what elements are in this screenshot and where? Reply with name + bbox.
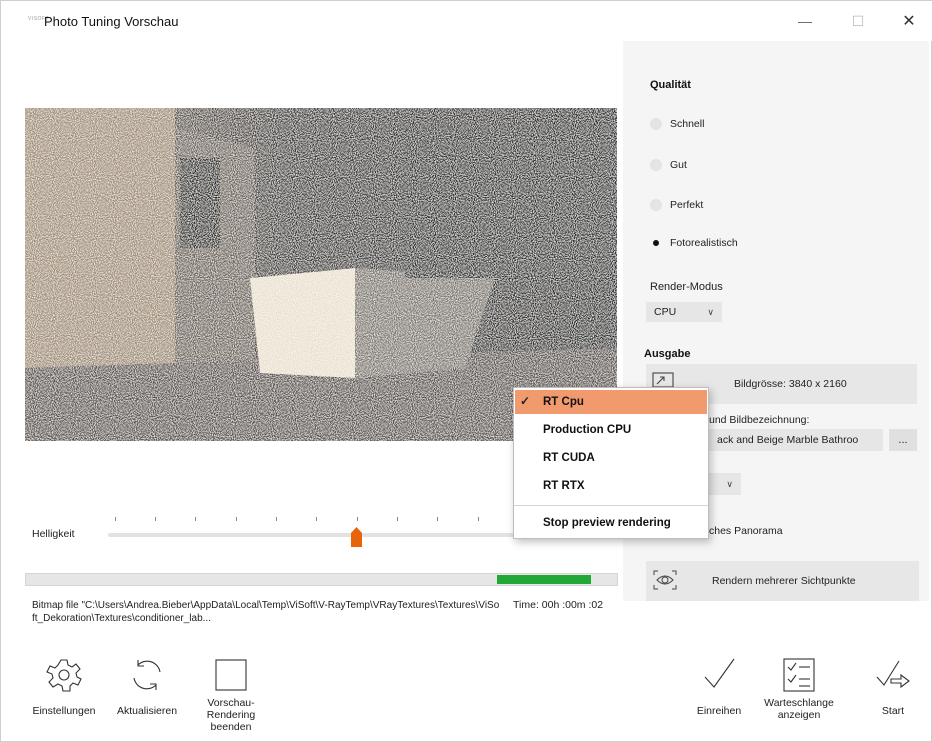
radio-selected-icon [650, 237, 662, 249]
elapsed-time-text: Time: 00h :00m :02 [513, 599, 604, 611]
show-queue-button[interactable]: Warteschlange anzeigen [761, 655, 837, 721]
show-queue-label: Warteschlange anzeigen [764, 697, 834, 721]
render-mode-label: Render-Modus [650, 281, 723, 293]
quality-option-schnell[interactable]: Schnell [650, 118, 704, 130]
menu-item-label: RT Cpu [543, 396, 584, 408]
radio-icon [650, 159, 662, 171]
maximize-button[interactable]: ☐ [840, 7, 876, 35]
slider-tick [437, 517, 438, 521]
menu-item-rt-cuda[interactable]: RT CUDA [515, 446, 707, 470]
menu-item-stop-preview[interactable]: Stop preview rendering [515, 511, 707, 535]
menu-item-rt-cpu[interactable]: ✓ RT Cpu [515, 390, 707, 414]
stop-square-icon [211, 655, 251, 695]
browse-button[interactable]: ... [889, 429, 917, 451]
refresh-label: Aktualisieren [116, 705, 178, 717]
viewpoint-eye-icon [652, 569, 678, 594]
slider-tick [155, 517, 156, 521]
photo-tuning-window: VISOFT Photo Tuning Vorschau — ☐ ✕ Quali… [0, 0, 932, 742]
settings-label: Einstellungen [32, 705, 96, 717]
render-progress-bar [25, 573, 618, 586]
render-progress-fill [497, 575, 591, 584]
filename-value: ack and Beige Marble Bathroo [717, 434, 859, 446]
brightness-label: Helligkeit [32, 528, 75, 540]
chevron-down-icon: ∨ [707, 306, 714, 317]
title-bar: VISOFT Photo Tuning Vorschau — ☐ ✕ [1, 1, 932, 41]
menu-item-label: Stop preview rendering [543, 517, 671, 529]
filename-label: und Bildbezeichnung: [709, 414, 810, 426]
slider-tick [115, 517, 116, 521]
quality-option-perfekt[interactable]: Perfekt [650, 199, 703, 211]
quality-option-fotorealistisch[interactable]: Fotorealistisch [650, 237, 738, 249]
panorama-option-label[interactable]: ches Panorama [709, 525, 783, 537]
render-multiple-viewpoints-button[interactable]: Rendern mehrerer Sichtpunkte [646, 561, 919, 601]
quality-option-label: Schnell [670, 118, 705, 130]
radio-icon [650, 118, 662, 130]
output-format-select[interactable]: ∨ [709, 473, 741, 495]
slider-tick [195, 517, 196, 521]
slider-tick [276, 517, 277, 521]
enqueue-label: Einreihen [696, 705, 742, 717]
settings-button[interactable]: Einstellungen [24, 655, 104, 717]
quality-option-label: Fotorealistisch [670, 237, 738, 249]
brightness-slider-track[interactable] [108, 533, 518, 537]
output-section-title: Ausgabe [644, 348, 691, 360]
enqueue-button[interactable]: Einreihen [684, 655, 754, 717]
filename-input[interactable]: ack and Beige Marble Bathroo [709, 429, 883, 451]
render-engine-menu: ✓ RT Cpu Production CPU RT CUDA RT RTX S… [513, 387, 709, 539]
render-mode-value: CPU [654, 306, 677, 318]
quality-option-label: Perfekt [670, 199, 704, 211]
slider-tick [397, 517, 398, 521]
gear-icon [44, 655, 84, 695]
menu-item-rt-rtx[interactable]: RT RTX [515, 474, 707, 498]
render-multiple-viewpoints-label: Rendern mehrerer Sichtpunkte [712, 575, 856, 587]
chevron-down-icon: ∨ [726, 478, 733, 489]
start-label: Start [881, 705, 905, 717]
menu-separator [514, 505, 708, 506]
checkmark-icon: ✓ [520, 394, 531, 408]
quality-section-title: Qualität [650, 79, 691, 91]
bitmap-status-text: Bitmap file "C:\Users\Andrea.Bieber\AppD… [32, 600, 500, 624]
close-button[interactable]: ✕ [891, 7, 927, 35]
menu-item-label: RT RTX [543, 480, 585, 492]
stop-preview-button[interactable]: Vorschau-Rendering beenden [191, 655, 271, 733]
slider-tick [236, 517, 237, 521]
image-size-label: Bildgrösse: 3840 x 2160 [734, 378, 847, 390]
stop-preview-label: Vorschau-Rendering beenden [206, 697, 256, 733]
slider-tick [478, 517, 479, 521]
slider-tick [316, 517, 317, 521]
brightness-slider-thumb[interactable] [351, 527, 362, 547]
minimize-button[interactable]: — [787, 7, 823, 35]
refresh-button[interactable]: Aktualisieren [109, 655, 185, 717]
menu-item-production-cpu[interactable]: Production CPU [515, 418, 707, 442]
start-button[interactable]: Start [863, 655, 923, 717]
checklist-icon [779, 655, 819, 695]
window-title: Photo Tuning Vorschau [44, 14, 179, 29]
menu-item-label: RT CUDA [543, 452, 595, 464]
menu-item-label: Production CPU [543, 424, 632, 436]
check-arrow-icon [873, 655, 913, 695]
refresh-icon [127, 655, 167, 695]
render-mode-select[interactable]: CPU ∨ [646, 302, 722, 322]
slider-tick [357, 517, 358, 521]
quality-option-gut[interactable]: Gut [650, 159, 687, 171]
quality-option-label: Gut [670, 159, 687, 171]
radio-icon [650, 199, 662, 211]
checkmark-icon [699, 655, 739, 695]
